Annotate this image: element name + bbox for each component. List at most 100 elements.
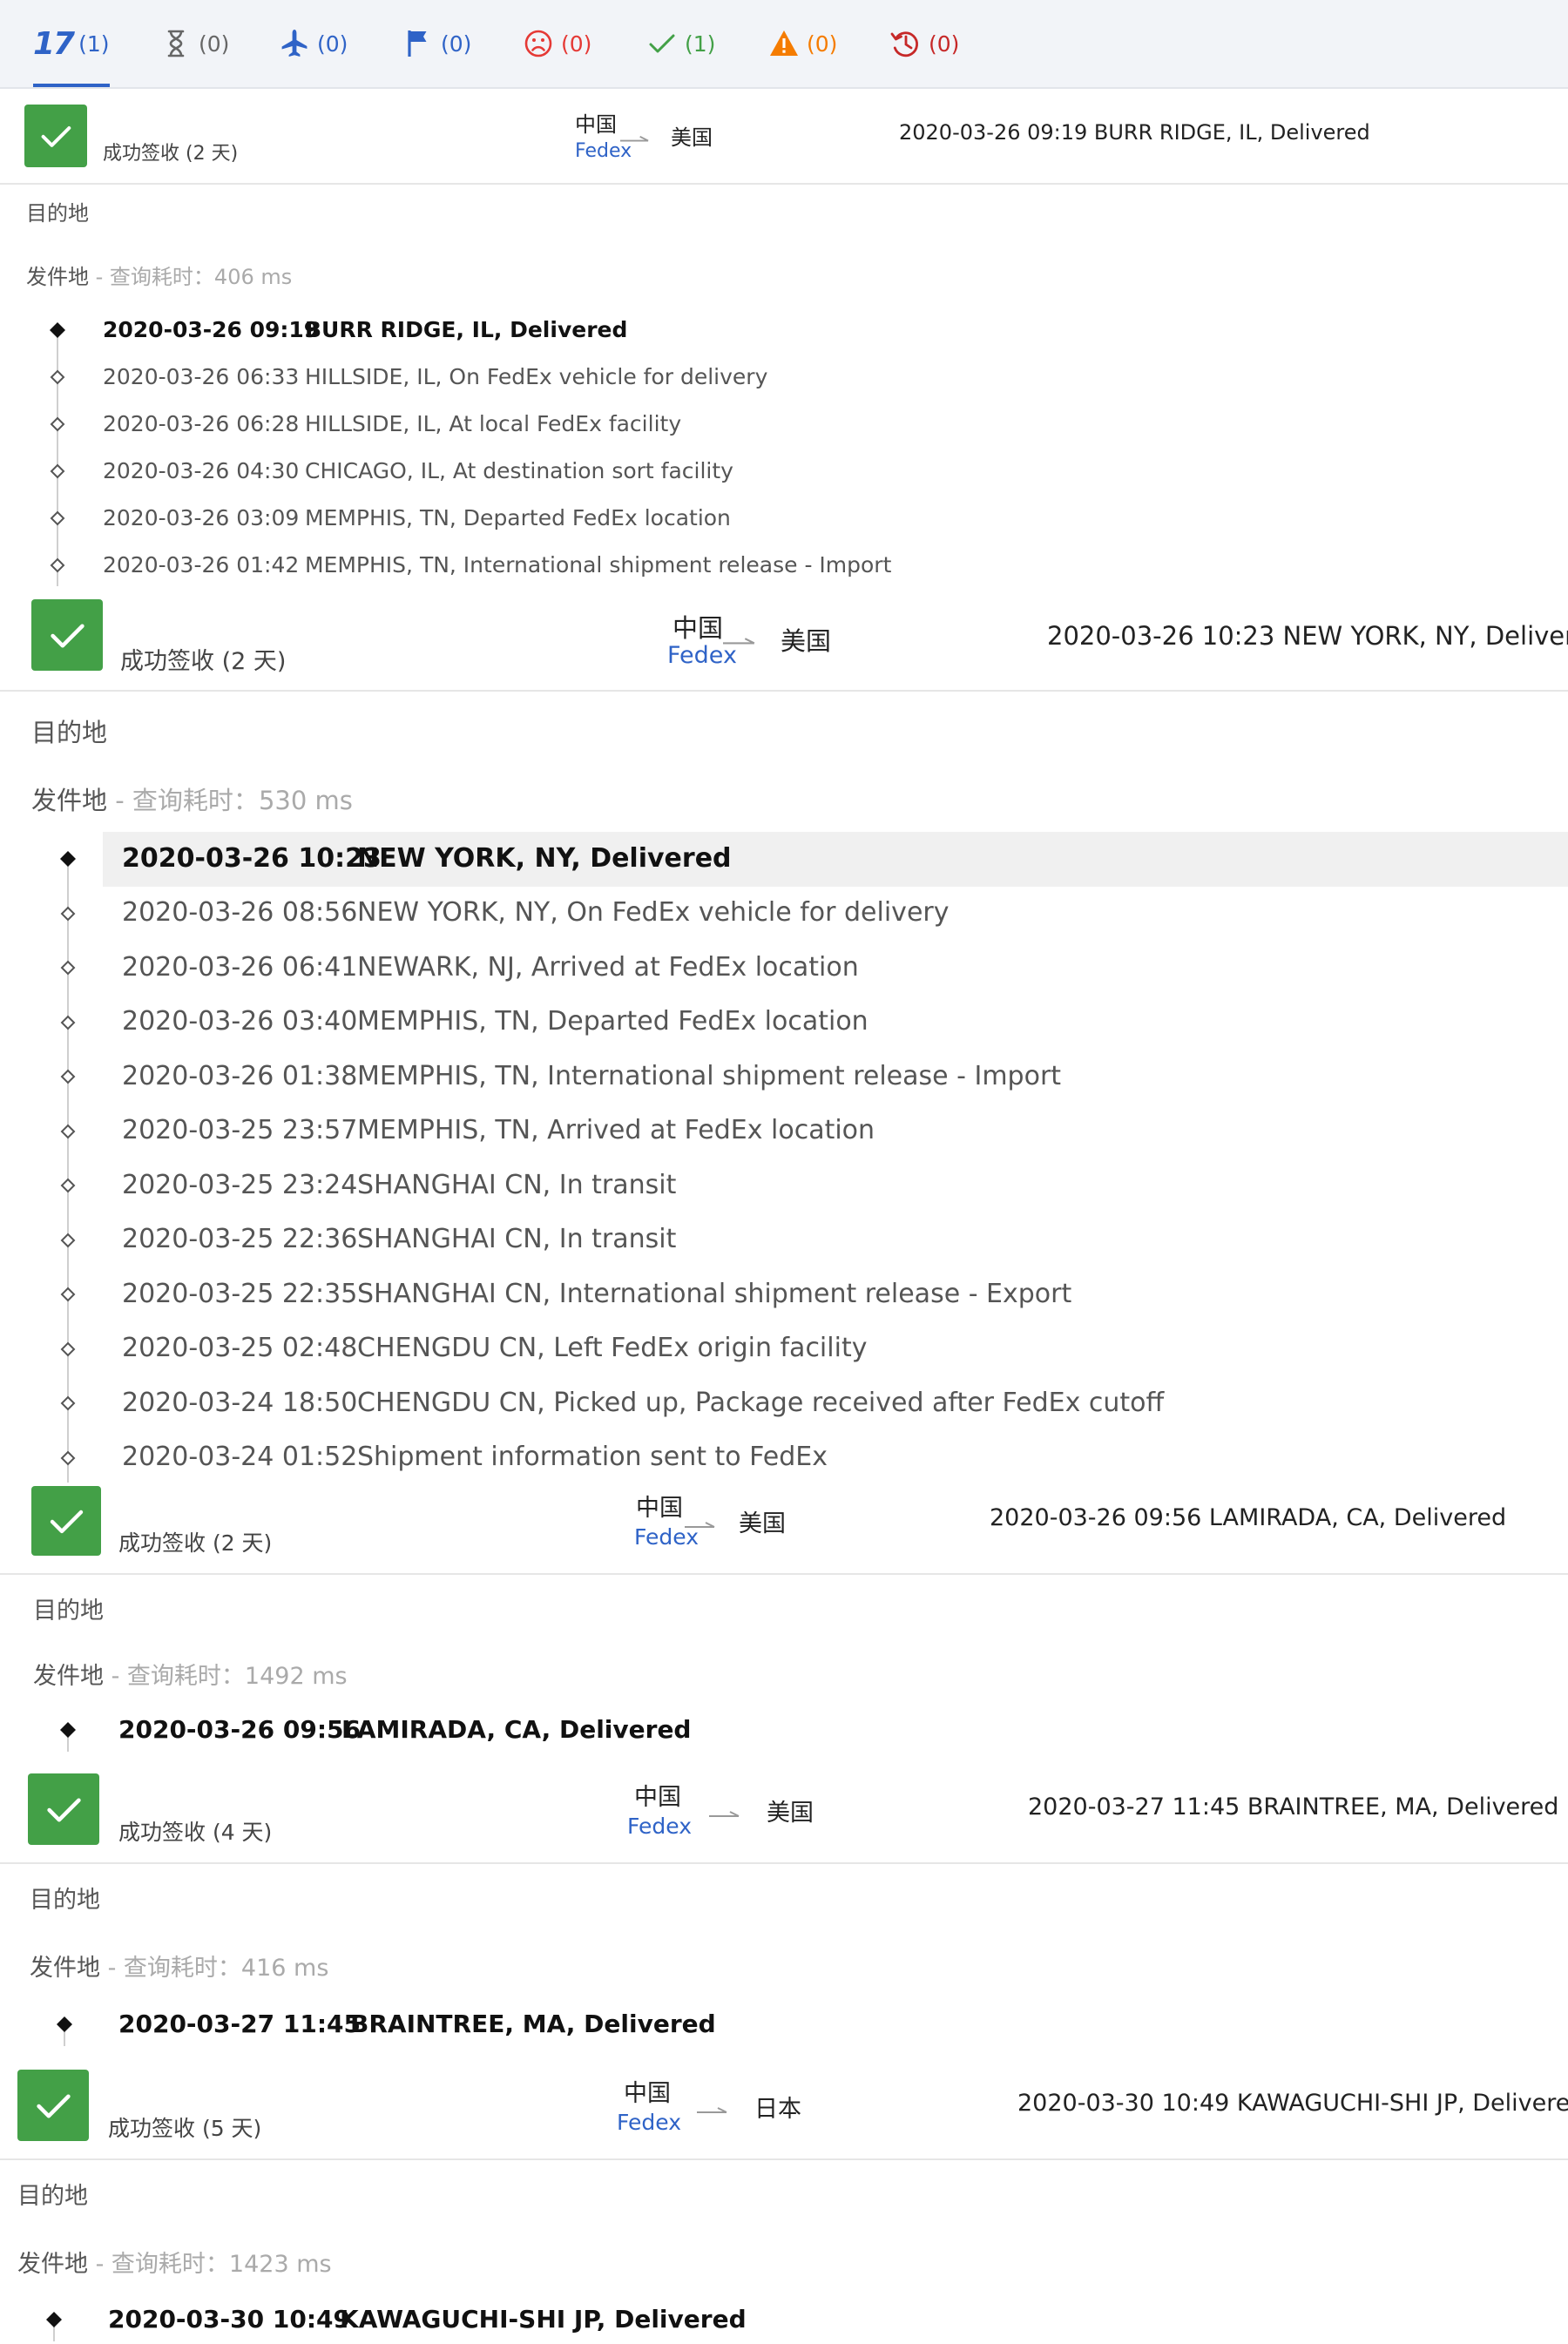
destination-country: 美国 xyxy=(781,626,832,656)
event-description: BURR RIDGE, IL, Delivered xyxy=(305,316,628,342)
query-time-value: 406 ms xyxy=(213,265,293,289)
event-description: KAWAGUCHI-SHI JP, Delivered xyxy=(340,2304,747,2334)
arrow-graphic xyxy=(709,1811,740,1817)
event-description: NEW YORK, NY, On FedEx vehicle for deliv… xyxy=(357,897,950,929)
destination-country: 美国 xyxy=(767,1800,814,1827)
origin-label: 发件地 xyxy=(33,1663,104,1690)
diamond-graphic xyxy=(60,960,76,976)
tracking-event-row[interactable]: 2020-03-26 09:56 LAMIRADA, CA, Delivered xyxy=(0,1706,1568,1754)
event-marker-icon xyxy=(58,1067,78,1086)
flag-icon xyxy=(401,26,436,61)
tracking-event-row[interactable]: 2020-03-25 02:48 CHENGDU CN, Left FedEx o… xyxy=(0,1322,1568,1377)
tracking-event-row[interactable]: 2020-03-24 01:52 Shipment information sen… xyxy=(0,1431,1568,1486)
event-time: 2020-03-24 18:50 xyxy=(122,1387,358,1418)
destination-label: 目的地 xyxy=(31,718,108,747)
route-arrow-icon xyxy=(709,1807,740,1817)
event-description: Shipment information sent to FedEx xyxy=(357,1442,828,1473)
flag-icon-graphic xyxy=(408,30,427,57)
origin-country: 中国 xyxy=(575,112,617,137)
filter-tab-hourglass[interactable]: (0) xyxy=(159,21,229,66)
airplane-icon xyxy=(277,26,312,61)
tracking-event-row[interactable]: 2020-03-26 09:19 BURR RIDGE, IL, Delivere… xyxy=(0,307,1568,354)
query-time-value: 530 ms xyxy=(258,786,353,815)
tracking-event-row[interactable]: 2020-03-27 11:45 BRAINTREE, MA, Delivered xyxy=(0,2000,1568,2049)
event-time: 2020-03-26 09:56 xyxy=(118,1714,361,1744)
17track-logo: 17 xyxy=(33,25,75,62)
filter-tab-17track-logo[interactable]: 17 (1) xyxy=(33,21,110,87)
diamond-graphic xyxy=(46,2312,62,2327)
tracking-event-row[interactable]: 2020-03-26 01:38 MEMPHIS, TN, Internation… xyxy=(0,1050,1568,1104)
tracking-event-row[interactable]: 2020-03-26 01:42 MEMPHIS, TN, Internation… xyxy=(0,542,1568,589)
separator: - xyxy=(107,786,132,815)
tracking-event-row[interactable]: 2020-03-30 10:49 KAWAGUCHI-SHI JP, Delive… xyxy=(0,2295,1568,2344)
origin-label: 发件地 xyxy=(17,2251,88,2278)
tracking-event-row[interactable]: 2020-03-26 03:40 MEMPHIS, TN, Departed Fe… xyxy=(0,996,1568,1050)
diamond-graphic xyxy=(50,463,65,479)
delivered-status-icon xyxy=(31,599,103,671)
filter-tab-airplane[interactable]: (0) xyxy=(277,21,348,66)
event-marker-icon xyxy=(58,1394,78,1413)
tracking-event-row[interactable]: 2020-03-26 06:33 HILLSIDE, IL, On FedEx v… xyxy=(0,354,1568,401)
origin-country: 中国 xyxy=(624,2080,671,2107)
query-time-value: 1423 ms xyxy=(228,2251,332,2278)
tracking-event-row[interactable]: 2020-03-26 06:41 NEWARK, NJ, Arrived at F… xyxy=(0,941,1568,996)
event-time: 2020-03-30 10:49 xyxy=(108,2304,350,2334)
destination-country: 美国 xyxy=(739,1510,786,1537)
event-marker-icon xyxy=(58,904,78,923)
tracking-event-row[interactable]: 2020-03-25 22:35 SHANGHAI CN, Internation… xyxy=(0,1267,1568,1322)
filter-tab-count: (1) xyxy=(78,30,110,57)
tracking-event-row[interactable]: 2020-03-26 08:56 NEW YORK, NY, On FedEx v… xyxy=(0,887,1568,942)
tracking-event-row[interactable]: 2020-03-25 23:24 SHANGHAI CN, In transit xyxy=(0,1158,1568,1213)
tracking-event-row[interactable]: 2020-03-24 18:50 CHENGDU CN, Picked up, P… xyxy=(0,1376,1568,1431)
warning-icon xyxy=(767,26,801,61)
filter-tab-warning[interactable]: (0) xyxy=(767,21,837,66)
destination-label: 目的地 xyxy=(33,1598,104,1625)
event-description: SHANGHAI CN, In transit xyxy=(357,1224,677,1255)
tracking-event-row[interactable]: 2020-03-26 10:23 NEW YORK, NY, Delivered xyxy=(0,832,1568,887)
arrow-graphic xyxy=(697,2107,727,2113)
event-description: HILLSIDE, IL, At local FedEx facility xyxy=(305,410,682,436)
latest-event-summary: 2020-03-26 10:23 NEW YORK, NY, Delivered xyxy=(1047,621,1568,651)
carrier-link[interactable]: Fedex xyxy=(617,2110,681,2135)
tracking-event-row[interactable]: 2020-03-26 03:09 MEMPHIS, TN, Departed Fe… xyxy=(0,495,1568,542)
carrier-link[interactable]: Fedex xyxy=(627,1814,692,1839)
tracking-event-row[interactable]: 2020-03-26 04:30 CHICAGO, IL, At destinat… xyxy=(0,448,1568,495)
sad-face-icon-graphic xyxy=(524,30,552,57)
diamond-graphic xyxy=(50,510,65,526)
status-filter-tabs: 17 (1) (0) (0) (0) (0) (1) (0) (0) xyxy=(0,0,1568,89)
event-description: NEW YORK, NY, Delivered xyxy=(357,842,732,874)
tracking-event-row[interactable]: 2020-03-25 23:57 MEMPHIS, TN, Arrived at … xyxy=(0,1104,1568,1159)
diamond-graphic xyxy=(60,851,76,868)
arrow-graphic xyxy=(685,1522,715,1528)
diamond-graphic xyxy=(60,1015,76,1030)
query-time-value: 416 ms xyxy=(240,1955,329,1982)
delivery-status-text: 成功签收 (4 天) xyxy=(118,1820,273,1845)
filter-tab-checkmark[interactable]: (1) xyxy=(645,21,715,66)
event-description: CHICAGO, IL, At destination sort facilit… xyxy=(305,457,733,483)
event-marker-icon xyxy=(58,1122,78,1141)
latest-event-summary: 2020-03-26 09:19 BURR RIDGE, IL, Deliver… xyxy=(899,120,1370,145)
tracking-event-row[interactable]: 2020-03-26 06:28 HILLSIDE, IL, At local F… xyxy=(0,401,1568,448)
filter-tab-sad-face[interactable]: (0) xyxy=(521,21,591,66)
separator: - xyxy=(104,1663,127,1690)
separator: - xyxy=(88,2251,112,2278)
origin-query-line: 发件地 - 查询耗时：530 ms xyxy=(31,780,353,817)
event-description: MEMPHIS, TN, International shipment rele… xyxy=(357,1060,1062,1091)
separator: - xyxy=(89,265,110,289)
event-marker-icon xyxy=(48,415,67,434)
filter-tab-count: (0) xyxy=(807,30,838,57)
event-description: MEMPHIS, TN, Arrived at FedEx location xyxy=(357,1115,875,1146)
sad-face-icon xyxy=(521,26,556,61)
arrow-graphic xyxy=(620,135,649,142)
event-marker-icon xyxy=(48,556,67,575)
filter-tab-history[interactable]: (0) xyxy=(889,21,959,66)
filter-tab-flag[interactable]: (0) xyxy=(401,21,471,66)
checkmark-icon-graphic xyxy=(649,34,675,53)
filter-tab-count: (0) xyxy=(317,30,348,57)
destination-country: 日本 xyxy=(754,2096,801,2123)
event-marker-icon xyxy=(58,1231,78,1250)
event-marker-icon xyxy=(48,462,67,481)
diamond-graphic xyxy=(60,1341,76,1357)
tracking-event-row[interactable]: 2020-03-25 22:36 SHANGHAI CN, In transit xyxy=(0,1213,1568,1268)
event-marker-icon xyxy=(58,1013,78,1032)
